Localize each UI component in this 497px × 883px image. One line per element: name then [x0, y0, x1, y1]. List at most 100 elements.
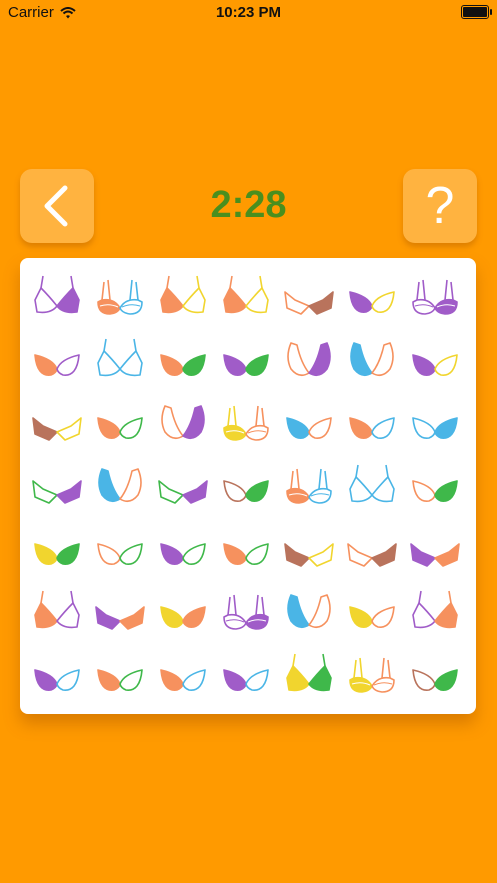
battery-icon	[461, 5, 492, 19]
bra-icon	[223, 480, 269, 502]
bra-icon	[223, 275, 269, 314]
bra-icon	[98, 468, 142, 503]
bra-icon	[349, 464, 395, 503]
bra-icon	[410, 543, 460, 567]
bra-tile[interactable]	[155, 522, 211, 576]
bra-tile[interactable]	[344, 585, 400, 639]
bra-tile[interactable]	[281, 522, 337, 576]
bra-icon	[160, 543, 206, 565]
back-button[interactable]	[20, 169, 94, 243]
bra-tile[interactable]	[407, 585, 463, 639]
bra-tile[interactable]	[281, 333, 337, 387]
bra-icon	[349, 417, 395, 439]
bra-tile[interactable]	[344, 333, 400, 387]
bra-tile[interactable]	[218, 585, 274, 639]
bra-tile[interactable]	[218, 333, 274, 387]
bra-tile[interactable]	[29, 585, 85, 639]
bra-tile[interactable]	[281, 648, 337, 702]
bra-icon	[412, 669, 458, 691]
bra-icon	[97, 543, 143, 565]
bra-icon	[160, 275, 206, 314]
bra-icon	[160, 354, 206, 376]
status-time: 10:23 PM	[215, 4, 282, 21]
bra-icon	[349, 291, 395, 313]
chevron-left-icon	[44, 185, 68, 227]
bra-tile[interactable]	[344, 270, 400, 324]
bra-icon	[223, 594, 269, 630]
bra-icon	[34, 669, 80, 691]
bra-icon	[95, 606, 145, 630]
bra-tile[interactable]	[407, 522, 463, 576]
bra-icon	[97, 417, 143, 439]
bra-icon	[97, 669, 143, 691]
bra-tile[interactable]	[218, 270, 274, 324]
bra-tile[interactable]	[281, 585, 337, 639]
bra-tile[interactable]	[218, 522, 274, 576]
bra-icon	[34, 354, 80, 376]
bra-tile[interactable]	[29, 270, 85, 324]
bra-tile[interactable]	[155, 585, 211, 639]
bra-tile[interactable]	[218, 648, 274, 702]
bra-icon	[32, 417, 82, 441]
bra-tile[interactable]	[281, 459, 337, 513]
bra-icon	[34, 275, 80, 314]
bra-icon	[287, 342, 331, 377]
bra-icon	[347, 543, 397, 567]
bra-tile[interactable]	[29, 333, 85, 387]
bra-tile[interactable]	[155, 270, 211, 324]
bra-tile[interactable]	[407, 648, 463, 702]
bra-tile[interactable]	[155, 648, 211, 702]
bra-tile[interactable]	[407, 459, 463, 513]
bra-tile[interactable]	[344, 522, 400, 576]
bra-tile[interactable]	[155, 333, 211, 387]
bra-tile[interactable]	[281, 396, 337, 450]
bra-icon	[286, 468, 332, 504]
bra-icon	[223, 543, 269, 565]
bra-tile[interactable]	[407, 396, 463, 450]
bra-tile[interactable]	[344, 459, 400, 513]
bra-tile[interactable]	[92, 396, 148, 450]
bra-tile[interactable]	[92, 459, 148, 513]
status-bar: Carrier 10:23 PM	[0, 0, 497, 26]
bra-tile[interactable]	[92, 270, 148, 324]
bra-icon	[286, 653, 332, 692]
bra-icon	[412, 279, 458, 315]
bra-icon	[34, 590, 80, 629]
bra-tile[interactable]	[155, 396, 211, 450]
bra-tile[interactable]	[92, 522, 148, 576]
bra-tile[interactable]	[407, 270, 463, 324]
bra-icon	[223, 354, 269, 376]
bra-icon	[287, 594, 331, 629]
bra-tile[interactable]	[281, 270, 337, 324]
bra-tile[interactable]	[29, 648, 85, 702]
bra-tile[interactable]	[407, 333, 463, 387]
bra-tile[interactable]	[218, 459, 274, 513]
bra-icon	[349, 606, 395, 628]
bra-tile[interactable]	[29, 522, 85, 576]
bra-icon	[34, 543, 80, 565]
game-board	[20, 258, 476, 714]
help-button[interactable]: ?	[403, 169, 477, 243]
bra-tile[interactable]	[218, 396, 274, 450]
bra-icon	[32, 480, 82, 504]
bra-tile[interactable]	[344, 648, 400, 702]
bra-tile[interactable]	[344, 396, 400, 450]
bra-tile[interactable]	[92, 585, 148, 639]
timer: 2:28	[210, 184, 287, 226]
bra-icon	[412, 417, 458, 439]
help-label: ?	[425, 177, 455, 235]
bra-icon	[97, 338, 143, 377]
bra-tile[interactable]	[92, 648, 148, 702]
bra-icon	[412, 354, 458, 376]
bra-tile[interactable]	[92, 333, 148, 387]
bra-tile[interactable]	[29, 396, 85, 450]
bra-icon	[284, 291, 334, 315]
bra-tile[interactable]	[155, 459, 211, 513]
bra-icon	[286, 417, 332, 439]
bra-icon	[284, 543, 334, 567]
bra-icon	[350, 342, 394, 377]
bra-tile[interactable]	[29, 459, 85, 513]
bra-icon	[97, 279, 143, 315]
bra-icon	[223, 669, 269, 691]
bra-icon	[158, 480, 208, 504]
